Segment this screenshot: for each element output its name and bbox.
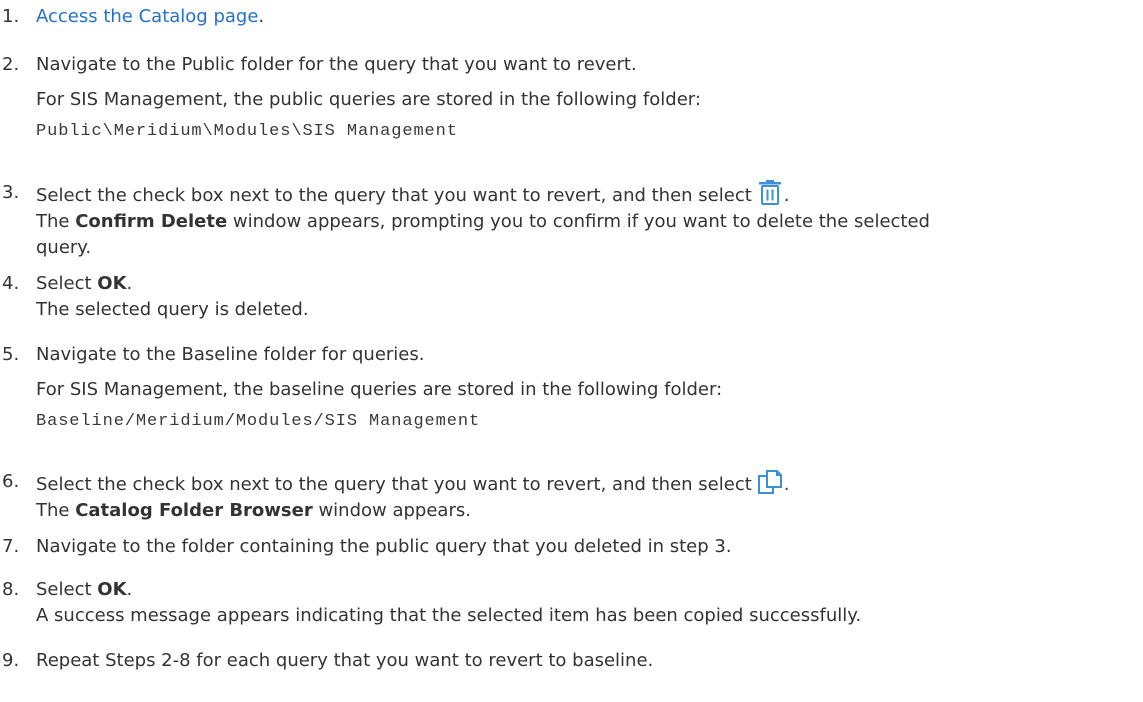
step-text: Navigate to the folder containing the pu… <box>36 536 732 557</box>
step-text-pre: Select <box>36 273 98 294</box>
step-text-tail: . <box>126 579 133 600</box>
step-note: For SIS Management, the baseline queries… <box>36 379 723 400</box>
result-text: window appears. <box>312 500 471 521</box>
result-text-pre: The <box>36 211 76 232</box>
result-text: The selected query is deleted. <box>36 299 309 320</box>
step-number: 2. <box>2 54 20 75</box>
step-number: 6. <box>2 471 20 492</box>
folder-path: Public\Meridium\Modules\SIS Management <box>36 122 458 141</box>
result-text-cont: query. <box>36 237 92 258</box>
step-number: 3. <box>2 182 20 203</box>
step-text: Navigate to the Public folder for the qu… <box>36 54 637 75</box>
step-text-tail: . <box>783 474 790 495</box>
copy-icon <box>757 470 782 494</box>
ok-button-label: OK <box>97 579 127 600</box>
step-number: 1. <box>2 6 20 27</box>
step-text: Navigate to the Baseline folder for quer… <box>36 344 425 365</box>
step-text-pre: Select <box>36 579 98 600</box>
step-text: Select the check box next to the query t… <box>36 474 752 495</box>
step-note: For SIS Management, the public queries a… <box>36 89 701 110</box>
access-catalog-page-link[interactable]: Access the Catalog page <box>36 6 258 27</box>
result-text: A success message appears indicating tha… <box>36 605 862 626</box>
ok-button-label: OK <box>97 273 127 294</box>
step-number: 4. <box>2 273 20 294</box>
trash-icon <box>758 180 781 205</box>
window-name: Catalog Folder Browser <box>75 500 313 521</box>
step-text-tail: . <box>258 6 265 27</box>
folder-path: Baseline/Meridium/Modules/SIS Management <box>36 412 481 431</box>
step-text-tail: . <box>783 185 790 206</box>
step-number: 8. <box>2 579 20 600</box>
result-text-pre: The <box>36 500 76 521</box>
step-text: Select the check box next to the query t… <box>36 185 752 206</box>
step-text: Repeat Steps 2-8 for each query that you… <box>36 650 654 671</box>
result-text: window appears, prompting you to confirm… <box>227 211 930 232</box>
step-number: 9. <box>2 650 20 671</box>
step-number: 5. <box>2 344 20 365</box>
step-number: 7. <box>2 536 20 557</box>
window-name: Confirm Delete <box>75 211 228 232</box>
step-text-tail: . <box>126 273 133 294</box>
